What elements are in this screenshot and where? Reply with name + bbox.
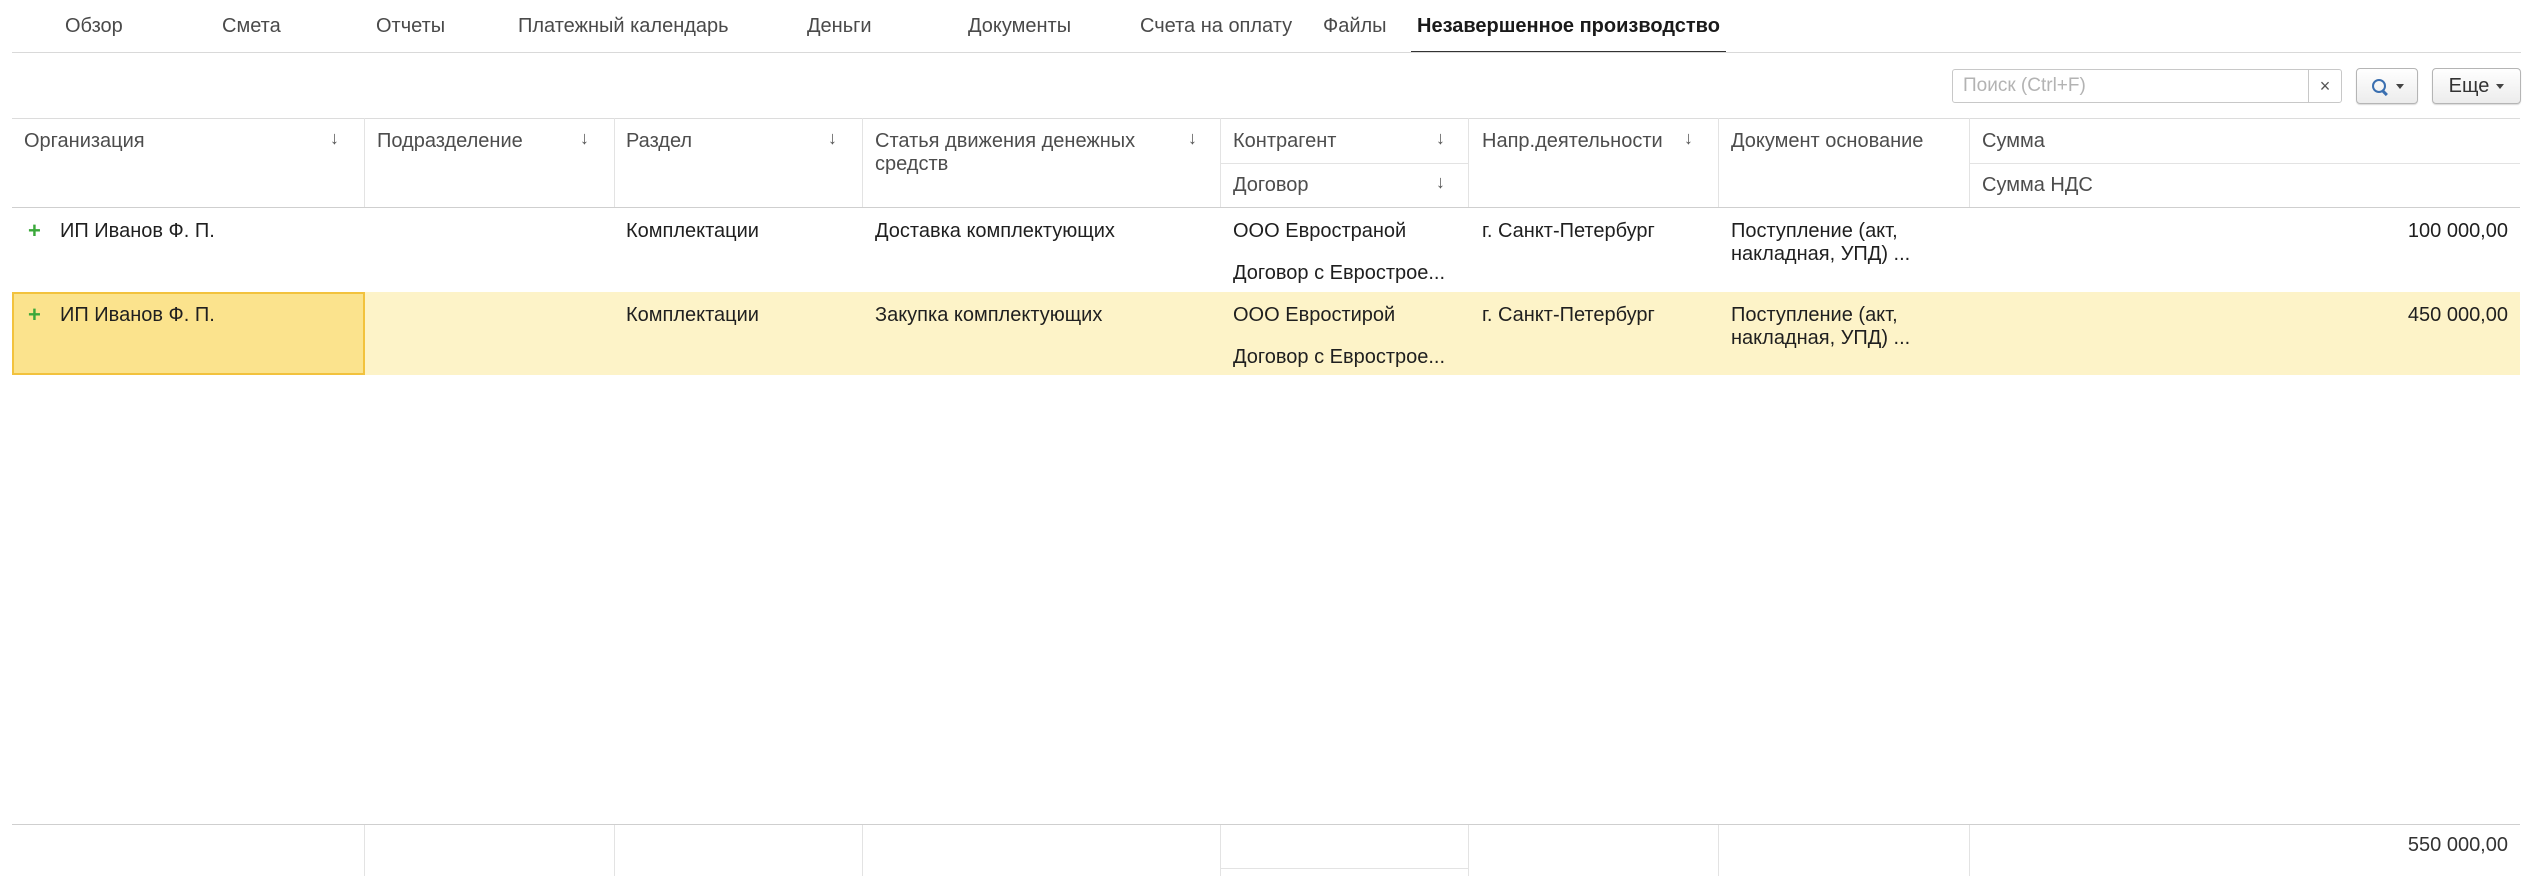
column-separator xyxy=(1468,118,1469,208)
tab-estimate[interactable]: Смета xyxy=(222,0,281,52)
cell-organization: ИП Иванов Ф. П. xyxy=(60,220,215,242)
cell-organization: ИП Иванов Ф. П. xyxy=(60,304,215,326)
column-separator xyxy=(1969,825,1970,876)
tab-files[interactable]: Файлы xyxy=(1323,0,1387,52)
header-sub-separator xyxy=(1969,163,2520,164)
cell-base-document: Поступление (акт, накладная, УПД) ... xyxy=(1731,220,1911,265)
search-icon xyxy=(2371,78,2389,96)
cell-section: Комплектации xyxy=(626,304,759,326)
column-separator xyxy=(862,118,863,208)
cell-contract: Договор с Еврострое... xyxy=(1233,262,1446,284)
header-amount[interactable]: Сумма xyxy=(1982,130,2045,153)
tab-divider xyxy=(12,52,2521,53)
cell-contract: Договор с Еврострое... xyxy=(1233,346,1446,368)
tab-bar: Обзор Смета Отчеты Платежный календарь Д… xyxy=(0,0,2533,53)
column-separator xyxy=(1718,118,1719,208)
sort-arrow-icon[interactable]: ↓ xyxy=(828,128,837,149)
cell-section: Комплектации xyxy=(626,220,759,242)
header-organization[interactable]: Организация xyxy=(24,130,145,153)
more-button-label: Еще xyxy=(2448,75,2490,97)
sort-arrow-icon[interactable]: ↓ xyxy=(1436,172,1445,193)
cell-cashflow-item: Закупка комплектующих xyxy=(875,304,1103,326)
header-division[interactable]: Подразделение xyxy=(377,130,523,153)
cell-cashflow-item: Доставка комплектующих xyxy=(875,220,1115,242)
table-row[interactable]: + ИП Иванов Ф. П. Комплектации Доставка … xyxy=(12,208,2520,291)
sort-arrow-icon[interactable]: ↓ xyxy=(1188,128,1197,149)
tab-work-in-progress[interactable]: Незавершенное производство xyxy=(1411,0,1726,53)
tab-overview[interactable]: Обзор xyxy=(65,0,123,52)
column-separator xyxy=(364,825,365,876)
plus-icon: + xyxy=(28,218,41,243)
column-separator xyxy=(364,118,365,208)
cell-counterparty: ООО Евростирой xyxy=(1233,304,1396,326)
header-sub-separator xyxy=(1220,163,1468,164)
search-button[interactable] xyxy=(2356,68,2418,104)
tab-money[interactable]: Деньги xyxy=(807,0,872,52)
cell-amount: 100 000,00 xyxy=(2407,220,2508,242)
cell-amount: 450 000,00 xyxy=(2407,304,2508,326)
more-button[interactable]: Еще xyxy=(2432,68,2521,104)
tab-documents[interactable]: Документы xyxy=(968,0,1071,52)
cell-base-document: Поступление (акт, накладная, УПД) ... xyxy=(1731,304,1911,349)
header-cashflow-item[interactable]: Статья движения денежных средств xyxy=(875,130,1175,176)
plus-icon: + xyxy=(28,302,41,327)
sort-arrow-icon[interactable]: ↓ xyxy=(1436,128,1445,149)
header-vat-amount[interactable]: Сумма НДС xyxy=(1982,174,2093,197)
tab-reports[interactable]: Отчеты xyxy=(376,0,445,52)
sort-arrow-icon[interactable]: ↓ xyxy=(1684,128,1693,149)
data-table: Организация ↓ Подразделение ↓ Раздел ↓ С… xyxy=(12,118,2520,876)
cell-activity: г. Санкт-Петербург xyxy=(1482,220,1655,242)
table-row-selected[interactable]: + ИП Иванов Ф. П. Комплектации Закупка к… xyxy=(12,292,2520,375)
footer-sub-separator xyxy=(1220,868,1468,869)
search-field: × xyxy=(1952,69,2342,103)
header-counterparty[interactable]: Контрагент xyxy=(1233,130,1336,153)
cell-activity: г. Санкт-Петербург xyxy=(1482,304,1655,326)
footer-border xyxy=(12,824,2520,825)
cell-counterparty: ООО Евространой xyxy=(1233,220,1407,242)
chevron-down-icon xyxy=(2496,84,2505,90)
search-input[interactable] xyxy=(1953,70,2303,102)
sort-arrow-icon[interactable]: ↓ xyxy=(330,128,339,149)
column-separator xyxy=(1468,825,1469,876)
header-activity[interactable]: Напр.деятельности xyxy=(1482,130,1663,153)
sort-arrow-icon[interactable]: ↓ xyxy=(580,128,589,149)
column-separator xyxy=(614,118,615,208)
tab-invoices[interactable]: Счета на оплату xyxy=(1140,0,1292,52)
tab-payment-calendar[interactable]: Платежный календарь xyxy=(518,0,729,52)
chevron-down-icon xyxy=(2395,84,2404,90)
header-contract[interactable]: Договор xyxy=(1233,174,1309,197)
clear-search-button[interactable]: × xyxy=(2308,70,2341,102)
column-separator xyxy=(614,825,615,876)
column-separator xyxy=(1718,825,1719,876)
header-top-border xyxy=(12,118,2520,119)
header-base-document[interactable]: Документ основание xyxy=(1731,130,1923,153)
header-section[interactable]: Раздел xyxy=(626,130,692,153)
column-separator xyxy=(862,825,863,876)
footer-total-amount: 550 000,00 xyxy=(2407,834,2508,856)
